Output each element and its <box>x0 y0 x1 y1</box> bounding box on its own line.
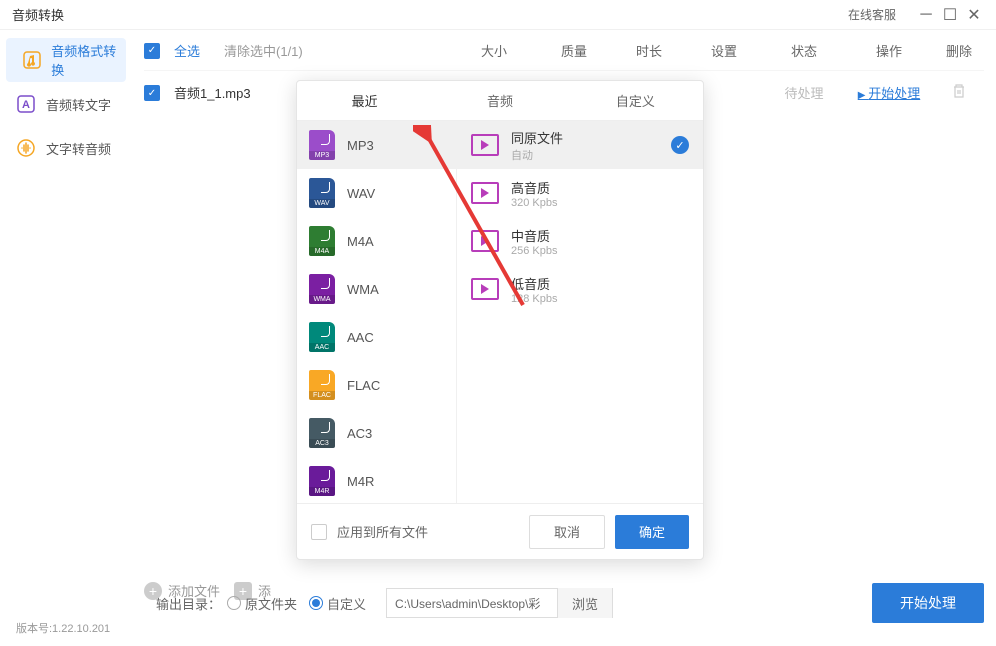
sidebar-item-label: 音频转文字 <box>46 95 111 114</box>
list-header: 全选 清除选中(1/1) 大小 质量 时长 设置 状态 操作 删除 <box>144 30 984 70</box>
apply-all-checkbox[interactable] <box>311 524 327 540</box>
file-format-icon: AAC <box>309 322 335 352</box>
file-format-icon: WAV <box>309 178 335 208</box>
quality-item-3[interactable]: 低音质128 Kpbs <box>457 265 703 313</box>
format-item-flac[interactable]: FLAC FLAC <box>297 361 456 409</box>
start-process-link[interactable]: 开始处理 <box>858 86 920 101</box>
format-item-m4a[interactable]: M4A M4A <box>297 217 456 265</box>
file-checkbox[interactable] <box>144 85 160 101</box>
file-format-icon: FLAC <box>309 370 335 400</box>
file-format-icon: WMA <box>309 274 335 304</box>
letter-a-icon: A <box>16 94 36 114</box>
start-all-button[interactable]: 开始处理 <box>872 583 984 623</box>
file-format-icon: M4R <box>309 466 335 496</box>
tab-audio[interactable]: 音频 <box>432 81 567 120</box>
quality-sub: 自动 <box>511 147 659 163</box>
file-status: 待处理 <box>764 83 844 102</box>
tab-custom[interactable]: 自定义 <box>568 81 703 120</box>
format-label: MP3 <box>347 138 374 153</box>
format-label: M4A <box>347 234 374 249</box>
quality-name: 低音质 <box>511 274 689 293</box>
quality-name: 同原文件 <box>511 128 659 147</box>
format-item-aac[interactable]: AAC AAC <box>297 313 456 361</box>
format-item-wma[interactable]: WMA WMA <box>297 265 456 313</box>
col-settings: 设置 <box>684 41 764 60</box>
output-dir-label: 输出目录： <box>156 594 221 613</box>
version-label: 版本号:1.22.10.201 <box>16 620 110 636</box>
format-popup: 最近 音频 自定义 MP3MP3WAVWAVM4AM4AWMAWMAAACAAC… <box>296 80 704 560</box>
file-format-icon: MP3 <box>309 130 335 160</box>
quality-item-1[interactable]: 高音质320 Kpbs <box>457 169 703 217</box>
app-title: 音频转换 <box>12 5 64 24</box>
col-delete: 删除 <box>934 41 984 60</box>
format-label: WMA <box>347 282 379 297</box>
col-size: 大小 <box>454 41 534 60</box>
customer-service-link[interactable]: 在线客服 <box>848 6 896 23</box>
trash-icon[interactable] <box>951 87 967 102</box>
video-icon <box>471 278 499 300</box>
close-button[interactable]: ✕ <box>964 5 984 25</box>
quality-item-0[interactable]: 同原文件自动 ✓ <box>457 121 703 169</box>
col-quality: 质量 <box>534 41 614 60</box>
format-item-ac3[interactable]: AC3 AC3 <box>297 409 456 457</box>
video-icon <box>471 182 499 204</box>
browse-button[interactable]: 浏览 <box>557 588 612 618</box>
select-all-checkbox[interactable] <box>144 43 160 59</box>
col-status: 状态 <box>764 41 844 60</box>
output-custom-radio[interactable]: 自定义 <box>309 594 366 613</box>
ok-button[interactable]: 确定 <box>615 515 689 549</box>
format-item-mp3[interactable]: MP3 MP3 <box>297 121 456 169</box>
quality-sub: 128 Kpbs <box>511 293 689 305</box>
format-item-wav[interactable]: WAV WAV <box>297 169 456 217</box>
music-note-icon <box>22 50 41 70</box>
sidebar-item-format-convert[interactable]: 音频格式转换 <box>6 38 126 82</box>
clear-selection-link[interactable]: 清除选中(1/1) <box>224 41 303 60</box>
sidebar-item-label: 音频格式转换 <box>51 41 126 79</box>
sidebar-item-label: 文字转音频 <box>46 139 111 158</box>
format-label: AC3 <box>347 426 372 441</box>
file-format-icon: AC3 <box>309 418 335 448</box>
output-original-radio[interactable]: 原文件夹 <box>227 594 297 613</box>
apply-all-label: 应用到所有文件 <box>337 522 519 541</box>
video-icon <box>471 134 499 156</box>
svg-text:A: A <box>22 99 30 111</box>
tab-recent[interactable]: 最近 <box>297 81 432 120</box>
output-path-input[interactable]: C:\Users\admin\Desktop\彩 <box>387 595 557 612</box>
select-all-label[interactable]: 全选 <box>174 41 200 60</box>
output-original-label: 原文件夹 <box>245 594 297 613</box>
maximize-button[interactable]: ☐ <box>940 5 960 25</box>
output-custom-label: 自定义 <box>327 594 366 613</box>
col-duration: 时长 <box>614 41 684 60</box>
file-format-icon: M4A <box>309 226 335 256</box>
col-action: 操作 <box>844 41 934 60</box>
format-label: AAC <box>347 330 374 345</box>
video-icon <box>471 230 499 252</box>
format-label: FLAC <box>347 378 380 393</box>
quality-item-2[interactable]: 中音质256 Kpbs <box>457 217 703 265</box>
sidebar: 音频格式转换 A 音频转文字 文字转音频 <box>0 30 132 610</box>
quality-sub: 256 Kpbs <box>511 245 689 257</box>
format-item-m4r[interactable]: M4R M4R <box>297 457 456 503</box>
format-label: WAV <box>347 186 375 201</box>
sidebar-item-audio-to-text[interactable]: A 音频转文字 <box>0 82 132 126</box>
check-icon: ✓ <box>671 136 689 154</box>
quality-sub: 320 Kpbs <box>511 197 689 209</box>
quality-name: 高音质 <box>511 178 689 197</box>
format-label: M4R <box>347 474 374 489</box>
sidebar-item-text-to-audio[interactable]: 文字转音频 <box>0 126 132 170</box>
minimize-button[interactable]: ─ <box>916 5 936 25</box>
quality-name: 中音质 <box>511 226 689 245</box>
waveform-icon <box>16 138 36 158</box>
cancel-button[interactable]: 取消 <box>529 515 605 549</box>
